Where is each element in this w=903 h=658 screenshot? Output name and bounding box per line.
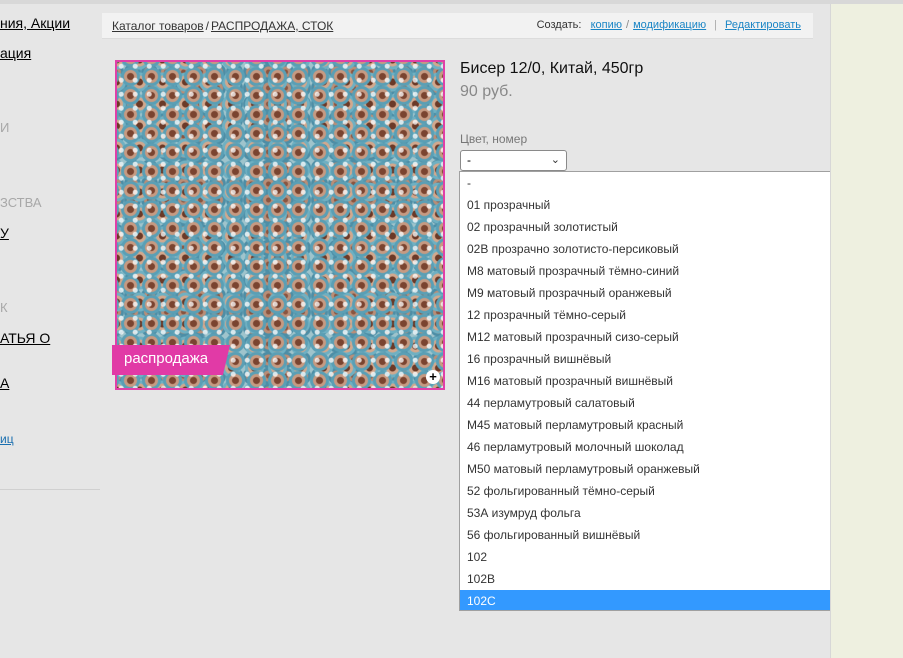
sidebar-heading-1: И	[0, 120, 10, 135]
dropdown-option[interactable]: 12 прозрачный тёмно-серый	[460, 304, 850, 326]
sidebar-heading-3: К	[0, 300, 8, 315]
dropdown-option[interactable]: 52 фольгированный тёмно-серый	[460, 480, 850, 502]
sidebar-divider	[0, 489, 100, 490]
dropdown-option[interactable]: 53А изумруд фольга	[460, 502, 850, 524]
sidebar-item-promotions[interactable]: ния, Акции	[0, 15, 70, 31]
product-image[interactable]	[115, 60, 445, 390]
dropdown-option[interactable]: 02 прозрачный золотистый	[460, 216, 850, 238]
sidebar-item-5[interactable]: А	[0, 375, 9, 391]
dropdown-option[interactable]: М8 матовый прозрачный тёмно-синий	[460, 260, 850, 282]
color-dropdown-list[interactable]: - 01 прозрачный 02 прозрачный золотистый…	[459, 171, 867, 611]
edit-link[interactable]: Редактировать	[725, 19, 801, 31]
breadcrumb-sale[interactable]: РАСПРОДАЖА, СТОК	[211, 19, 333, 33]
color-select[interactable]: - ⌄	[460, 150, 567, 171]
color-select-label: Цвет, номер	[460, 132, 528, 146]
dropdown-option[interactable]: 102	[460, 546, 850, 568]
breadcrumb-bar: Каталог товаров / РАСПРОДАЖА, СТОК Создать…	[102, 13, 813, 39]
sidebar-heading-2: ЗСТВА	[0, 195, 42, 210]
modification-link[interactable]: модификацию	[633, 19, 706, 31]
dropdown-option[interactable]: М12 матовый прозрачный сизо-серый	[460, 326, 850, 348]
top-strip	[0, 0, 903, 4]
dropdown-option[interactable]: 102В	[460, 568, 850, 590]
dropdown-option[interactable]: М45 матовый перламутровый красный	[460, 414, 850, 436]
dropdown-option[interactable]: 02В прозрачно золотисто-персиковый	[460, 238, 850, 260]
dropdown-option[interactable]: М16 матовый прозрачный вишнёвый	[460, 370, 850, 392]
dropdown-option[interactable]: М50 матовый перламутровый оранжевый	[460, 458, 850, 480]
sidebar: ния, Акции ация И ЗСТВА У К АТЬЯ О А иц	[0, 0, 100, 658]
sidebar-item-link[interactable]: иц	[0, 432, 14, 446]
dropdown-option[interactable]: -	[460, 172, 850, 194]
dropdown-option-selected[interactable]: 102С	[460, 590, 850, 610]
copy-link[interactable]: копию	[591, 19, 622, 31]
dropdown-option[interactable]: 01 прозрачный	[460, 194, 850, 216]
breadcrumb: Каталог товаров / РАСПРОДАЖА, СТОК	[112, 19, 333, 33]
breadcrumb-catalog[interactable]: Каталог товаров	[112, 19, 204, 33]
actions-slash: /	[626, 19, 630, 31]
right-panel	[830, 4, 903, 658]
dropdown-option[interactable]: 16 прозрачный вишнёвый	[460, 348, 850, 370]
chevron-down-icon: ⌄	[550, 154, 560, 166]
sidebar-item-information[interactable]: ация	[0, 45, 31, 61]
sidebar-item-3[interactable]: У	[0, 225, 9, 241]
sidebar-item-articles[interactable]: АТЬЯ О	[0, 330, 50, 346]
actions-divider: |	[714, 19, 717, 31]
dropdown-option[interactable]: М9 матовый прозрачный оранжевый	[460, 282, 850, 304]
product-title: Бисер 12/0, Китай, 450гр	[460, 60, 644, 77]
dropdown-option[interactable]: 44 перламутровый салатовый	[460, 392, 850, 414]
admin-actions: Создать: копию / модификацию | Редактировать	[537, 19, 801, 31]
zoom-icon[interactable]: +	[426, 370, 440, 384]
create-label: Создать:	[536, 19, 582, 31]
dropdown-option[interactable]: 56 фольгированный вишнёвый	[460, 524, 850, 546]
color-select-value: -	[467, 153, 471, 167]
breadcrumb-separator: /	[205, 19, 209, 33]
dropdown-option[interactable]: 46 перламутровый молочный шоколад	[460, 436, 850, 458]
sale-badge: распродажа	[112, 345, 230, 375]
product-price: 90 руб.	[460, 83, 513, 100]
